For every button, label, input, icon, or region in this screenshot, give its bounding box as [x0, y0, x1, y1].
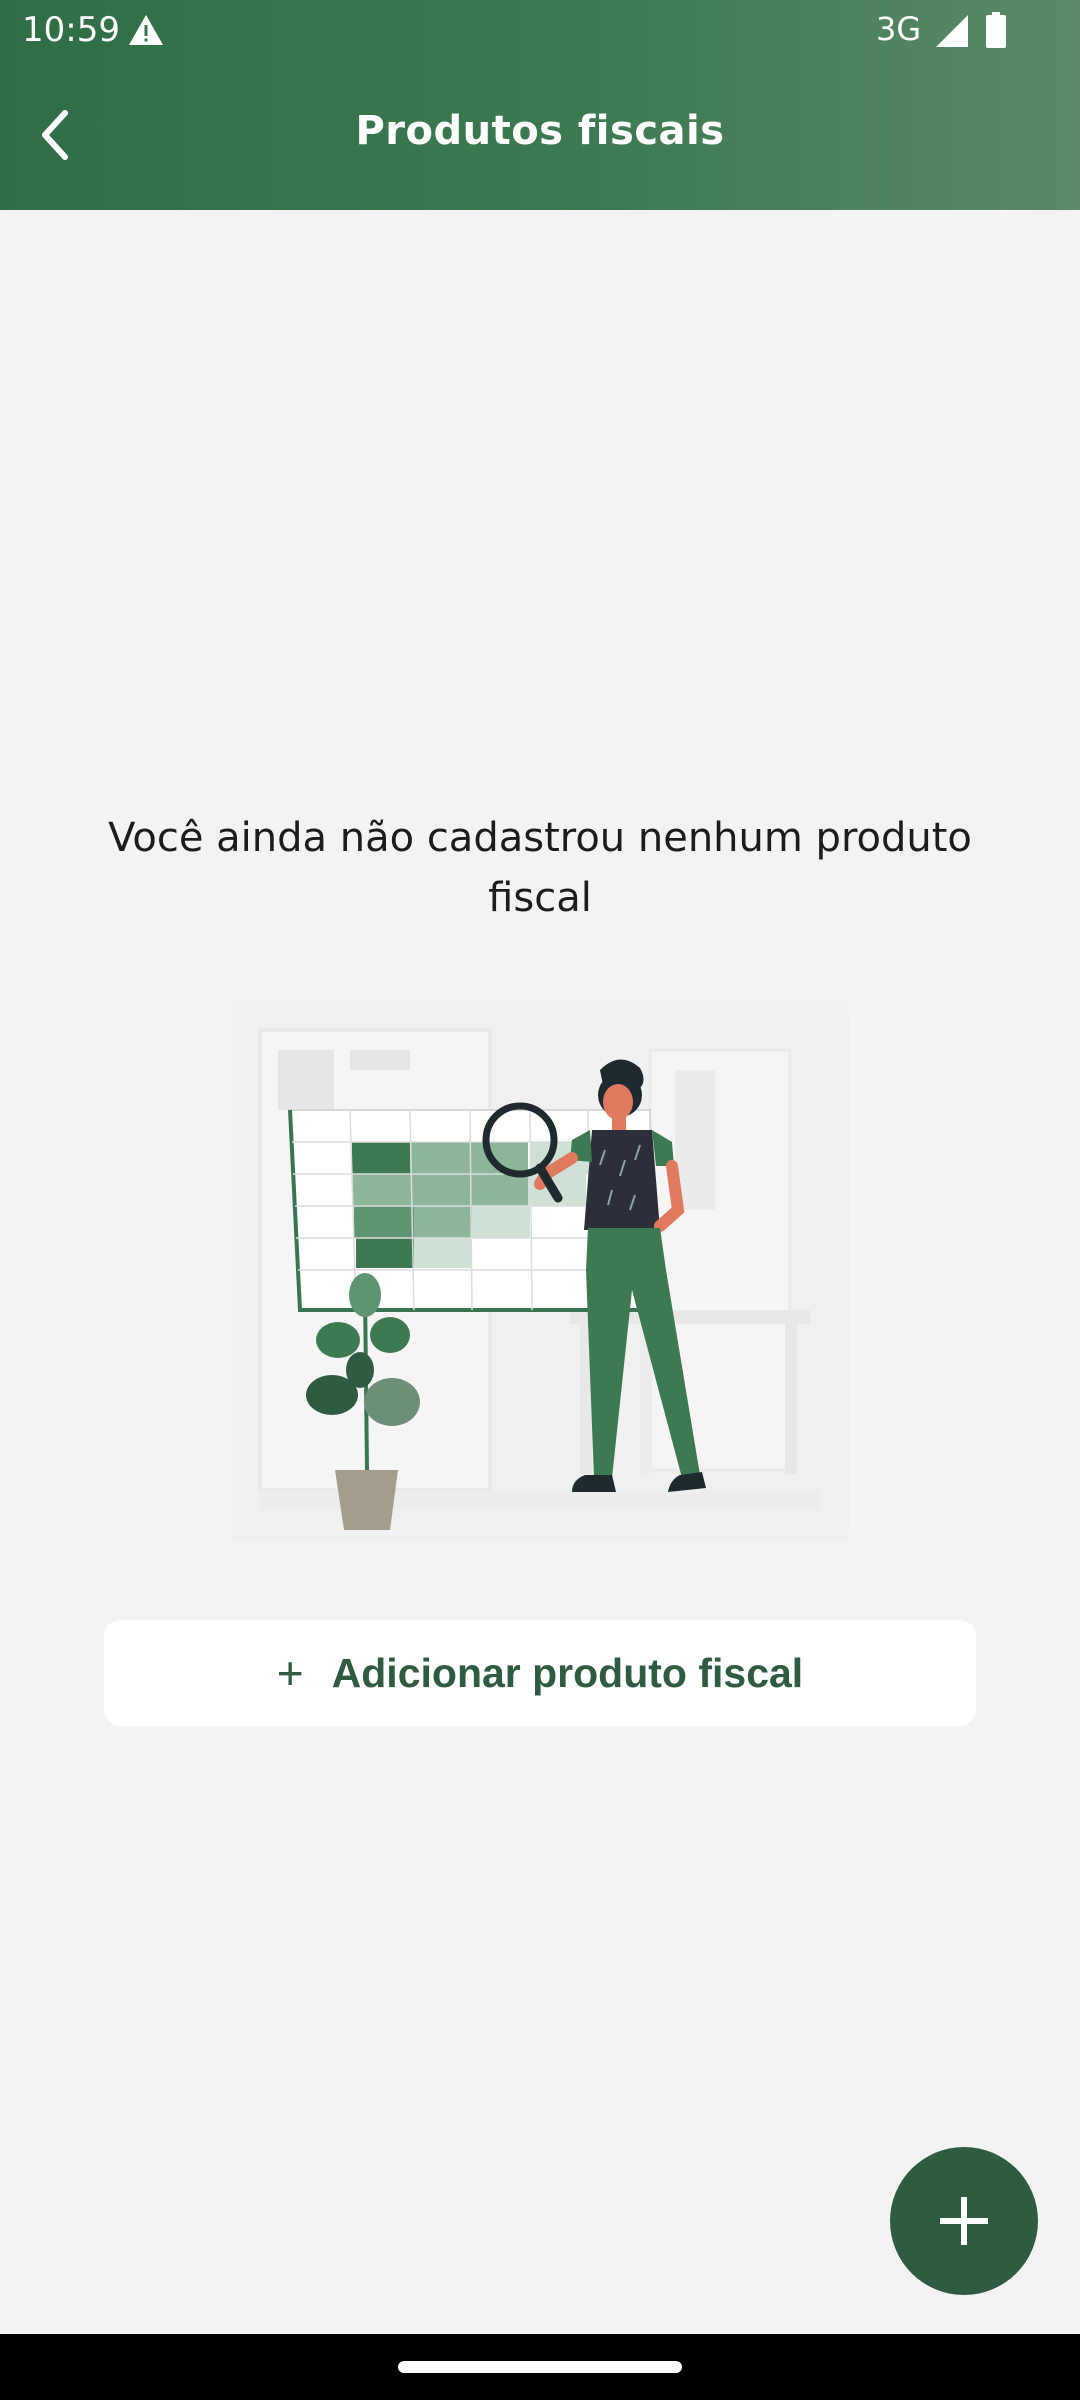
empty-state-illustration — [230, 1000, 850, 1540]
network-type: 3G — [876, 10, 922, 48]
status-bar: 10:59 3G — [0, 0, 1080, 64]
signal-icon — [936, 15, 968, 47]
floating-add-button[interactable] — [890, 2147, 1038, 2295]
add-fiscal-product-button[interactable]: + Adicionar produto fiscal — [104, 1620, 976, 1726]
plus-icon: + — [276, 1647, 304, 1699]
system-navigation-bar — [0, 2334, 1080, 2400]
status-time: 10:59 — [22, 10, 120, 50]
app-header: 10:59 3G Produtos fiscais — [0, 0, 1080, 210]
empty-state-message: Você ainda não cadastrou nenhum produto … — [108, 815, 972, 921]
page-title: Produtos fiscais — [355, 108, 725, 154]
plus-icon — [940, 2197, 988, 2245]
battery-icon — [986, 12, 1006, 48]
add-fiscal-product-label: Adicionar produto fiscal — [331, 1649, 804, 1696]
home-gesture-handle[interactable] — [398, 2361, 682, 2373]
warning-icon — [129, 15, 163, 45]
